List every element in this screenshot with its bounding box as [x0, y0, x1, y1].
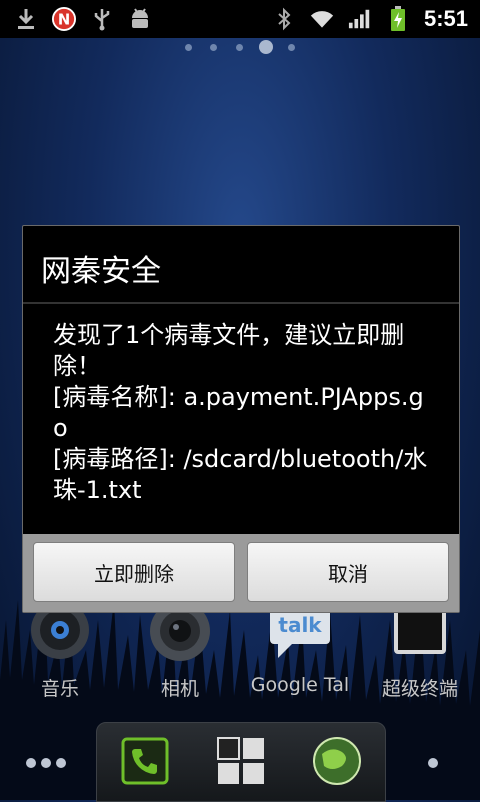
wifi-icon	[310, 7, 334, 31]
cancel-button[interactable]: 取消	[247, 542, 449, 602]
right-page-dot[interactable]	[428, 758, 438, 768]
status-bar: N 5:51	[0, 0, 480, 38]
page-dot	[236, 44, 243, 51]
svg-text:talk: talk	[278, 613, 322, 637]
phone-icon[interactable]	[119, 735, 171, 787]
android-debug-icon	[128, 7, 152, 31]
app-label: Google Tal	[250, 674, 350, 696]
dock	[96, 722, 386, 802]
dialog-divider	[23, 302, 459, 304]
dialog-button-bar: 立即删除 取消	[23, 534, 459, 612]
delete-now-button[interactable]: 立即删除	[33, 542, 235, 602]
app-drawer-icon[interactable]	[215, 735, 267, 787]
download-icon	[14, 7, 38, 31]
app-label: 超级终端	[381, 678, 458, 700]
virus-alert-dialog: 网秦安全 发现了1个病毒文件，建议立即删除！ [病毒名称]: a.payment…	[22, 225, 460, 613]
browser-icon[interactable]	[311, 735, 363, 787]
left-page-dots[interactable]	[26, 758, 66, 768]
notification-n-icon: N	[52, 7, 76, 31]
app-label: 相机	[160, 678, 199, 700]
battery-charging-icon	[386, 6, 410, 31]
dialog-message: 发现了1个病毒文件，建议立即删除！ [病毒名称]: a.payment.PJAp…	[53, 321, 428, 504]
app-label: 音乐	[40, 678, 79, 700]
page-indicator	[0, 40, 480, 56]
bluetooth-icon	[272, 7, 296, 31]
clock: 5:51	[423, 6, 468, 31]
svg-text:N: N	[58, 12, 70, 29]
dialog-title: 网秦安全	[41, 254, 161, 289]
signal-icon	[348, 7, 372, 31]
page-dot	[288, 44, 295, 51]
page-dot	[185, 44, 192, 51]
home-icons-row: 音乐 相机 talk Google Tal 超级终端	[0, 600, 480, 710]
page-dot	[210, 44, 217, 51]
page-dot-active	[259, 40, 273, 54]
usb-icon	[90, 7, 114, 31]
